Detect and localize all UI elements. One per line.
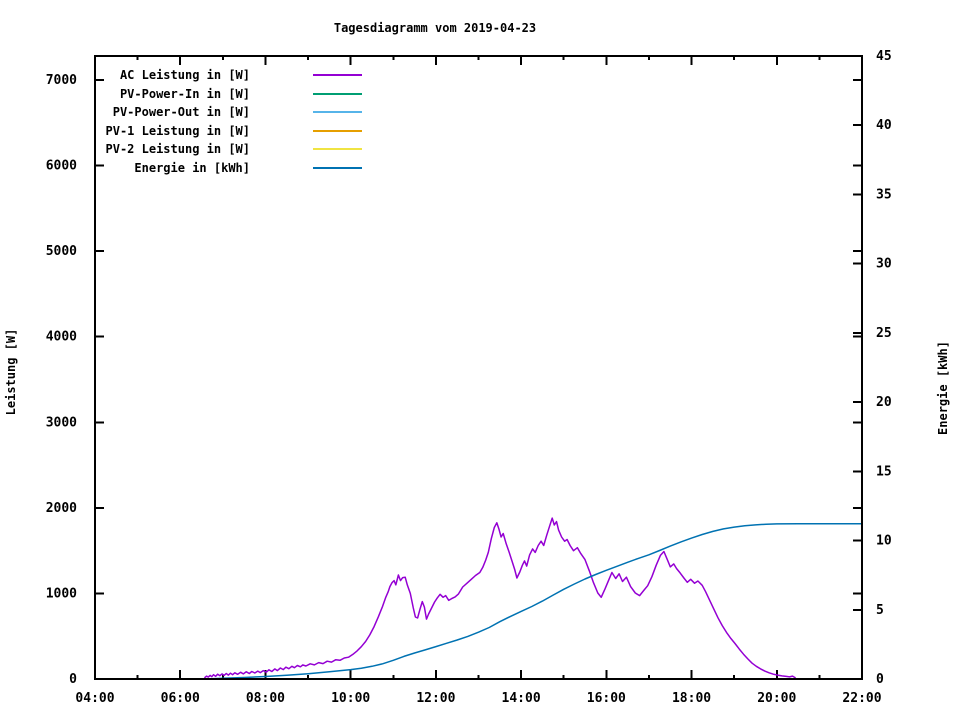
y-right-tick-label: 5 (876, 603, 884, 618)
y-left-tick-label: 0 (69, 672, 77, 687)
legend-item: PV-2 Leistung in [W] (106, 142, 362, 156)
y-left-tick-label: 2000 (46, 501, 77, 516)
series-line-ac-leistung-in-w (204, 517, 796, 679)
x-tick-label: 22:00 (842, 691, 881, 706)
legend-label: PV-Power-Out in [W] (113, 105, 250, 119)
y-left-tick-label: 3000 (46, 415, 77, 430)
legend-item: AC Leistung in [W] (120, 68, 362, 82)
x-tick-label: 08:00 (246, 691, 285, 706)
y-left-tick-label: 1000 (46, 586, 77, 601)
x-tick-label: 04:00 (75, 691, 114, 706)
legend-item: PV-Power-In in [W] (120, 87, 362, 101)
y-right-tick-label: 40 (876, 118, 892, 133)
y-left-tick-label: 6000 (46, 159, 77, 174)
x-tick-label: 16:00 (587, 691, 626, 706)
legend-item: PV-1 Leistung in [W] (106, 124, 362, 138)
y-right-tick-label: 0 (876, 672, 884, 687)
chart-legend: AC Leistung in [W] PV-Power-In in [W] PV… (106, 68, 362, 175)
y-left-tick-label: 7000 (46, 73, 77, 88)
y-right-tick-label: 35 (876, 187, 892, 202)
x-tick-label: 12:00 (416, 691, 455, 706)
y-right-tick-label: 45 (876, 49, 892, 64)
legend-label: PV-2 Leistung in [W] (106, 142, 251, 156)
legend-label: Energie in [kWh] (134, 161, 250, 175)
legend-item: PV-Power-Out in [W] (113, 105, 362, 119)
x-tick-label: 06:00 (161, 691, 200, 706)
legend-label: AC Leistung in [W] (120, 68, 250, 82)
x-tick-label: 14:00 (502, 691, 541, 706)
legend-label: PV-Power-In in [W] (120, 87, 250, 101)
y-left-tick-label: 4000 (46, 330, 77, 345)
y-right-tick-label: 10 (876, 534, 892, 549)
tagesdiagramm-chart: Tagesdiagramm vom 2019-04-23 Leistung [W… (4, 21, 950, 706)
legend-item: Energie in [kWh] (134, 161, 362, 175)
y-right-tick-label: 20 (876, 395, 892, 410)
x-tick-label: 10:00 (331, 691, 370, 706)
x-tick-label: 20:00 (757, 691, 796, 706)
data-curves (204, 517, 863, 680)
y-left-tick-label: 5000 (46, 244, 77, 259)
y-right-tick-label: 30 (876, 257, 892, 272)
series-line-energie-in-kwh (205, 522, 863, 680)
y-left-axis-label: Leistung [W] (4, 329, 18, 416)
chart-title: Tagesdiagramm vom 2019-04-23 (334, 21, 536, 35)
x-tick-label: 18:00 (672, 691, 711, 706)
chart-canvas: Tagesdiagramm vom 2019-04-23 Leistung [W… (0, 0, 960, 720)
y-right-tick-label: 15 (876, 464, 892, 479)
y-right-axis-label: Energie [kWh] (936, 341, 950, 435)
legend-label: PV-1 Leistung in [W] (106, 124, 251, 138)
y-right-tick-label: 25 (876, 326, 892, 341)
